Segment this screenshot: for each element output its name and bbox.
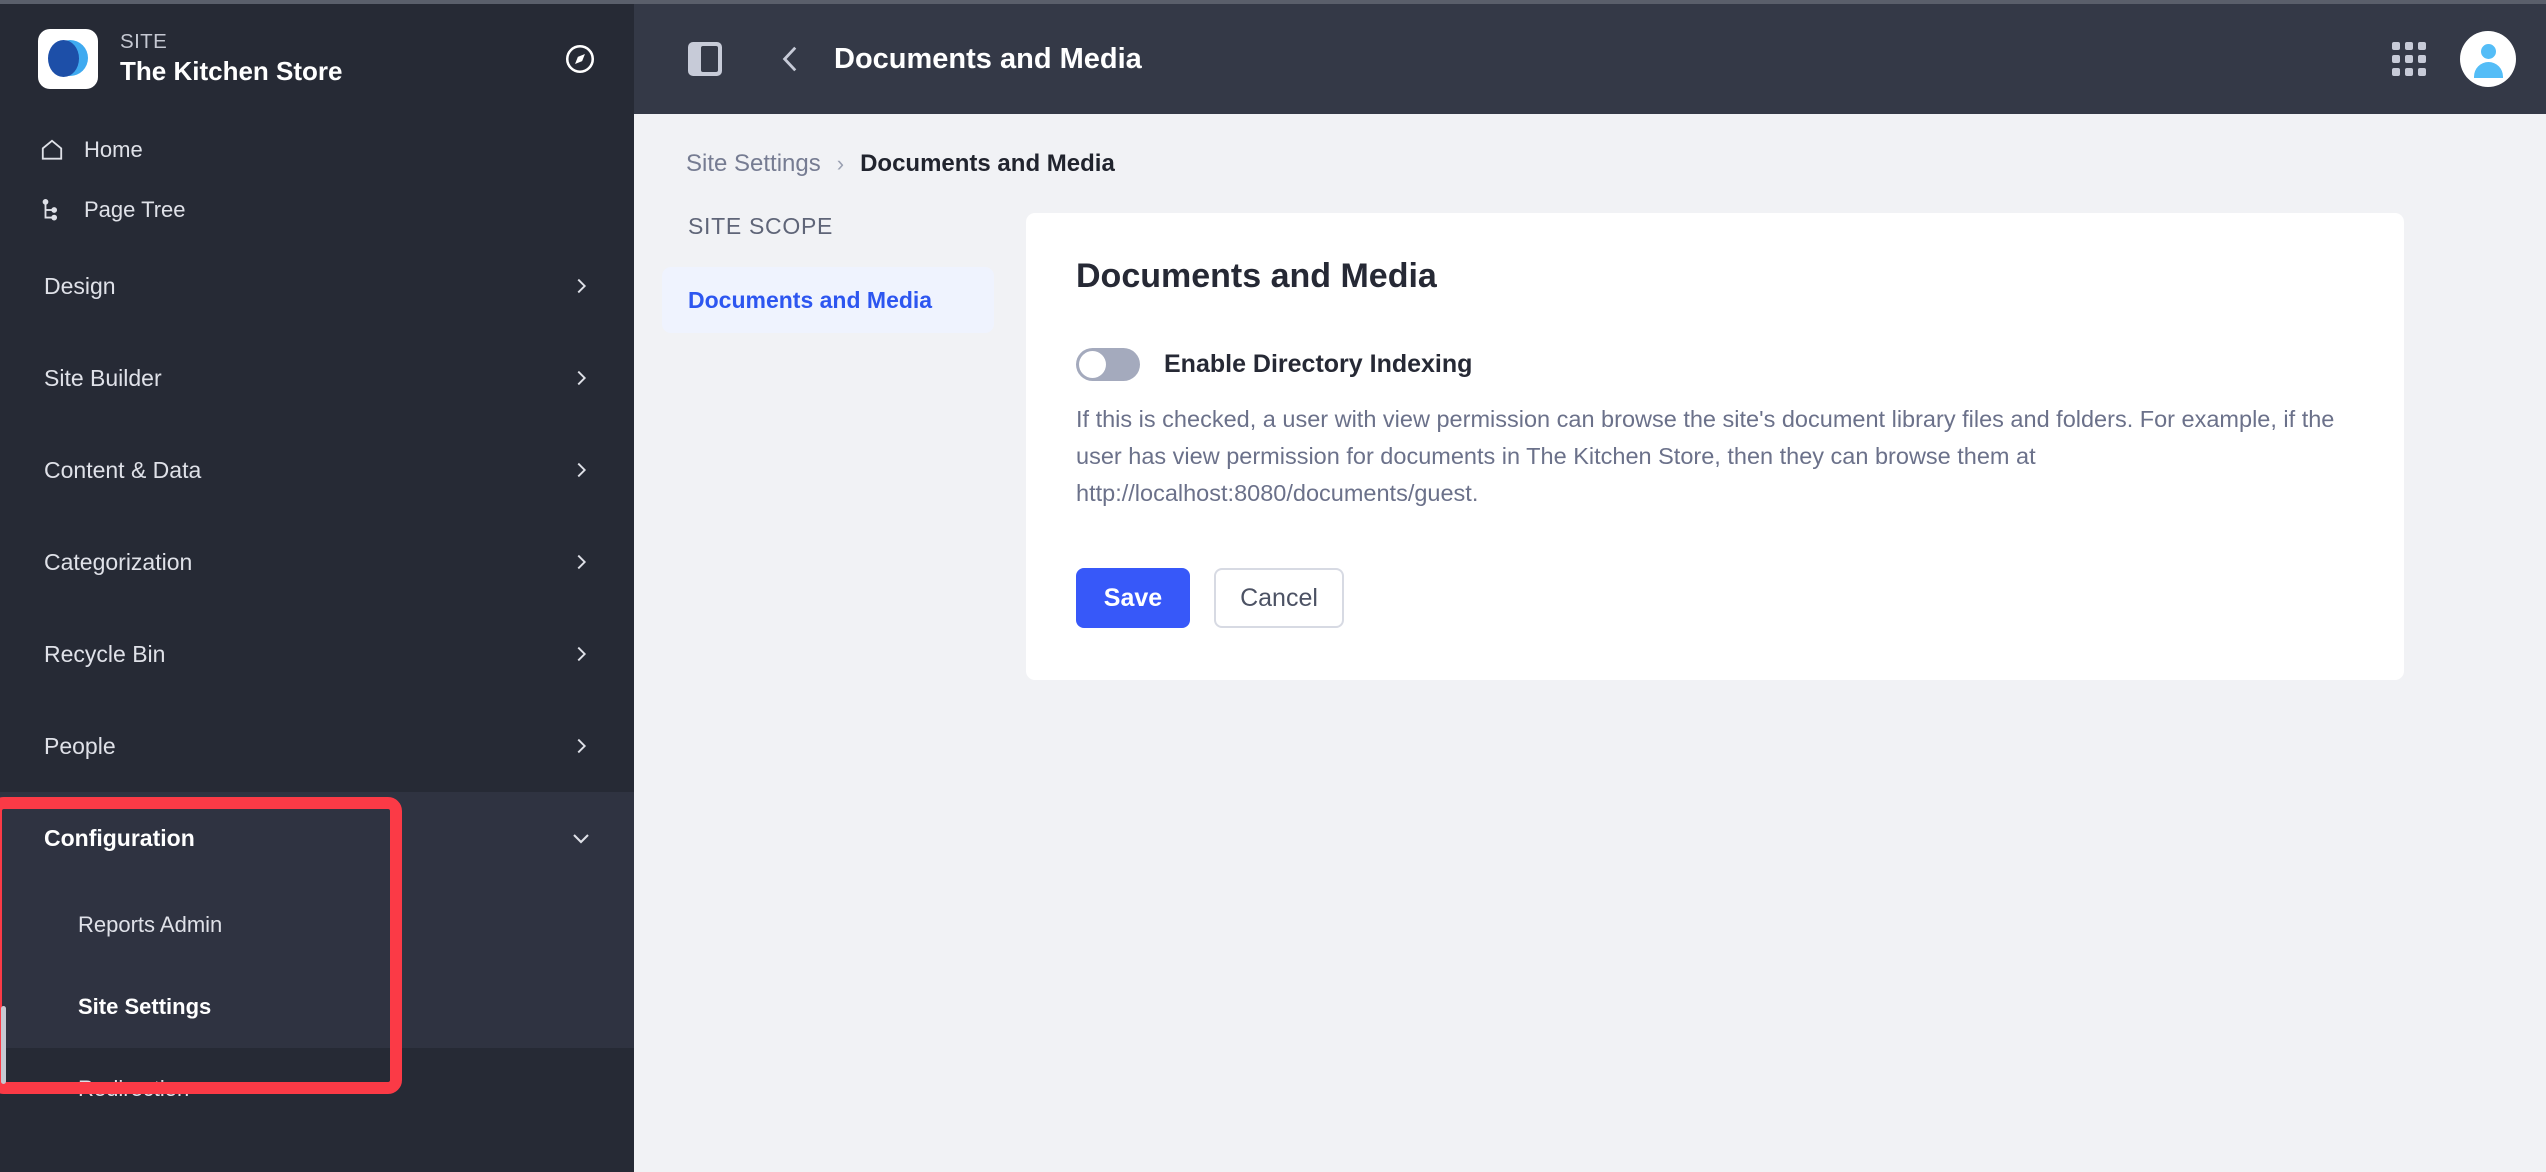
- main-pane: Documents and Media Site Settings › Docu…: [634, 4, 2546, 1172]
- settings-card-column: Documents and Media Enable Directory Ind…: [994, 213, 2546, 681]
- scope-item-documents-and-media[interactable]: Documents and Media: [662, 267, 994, 333]
- topbar-actions: [2392, 31, 2516, 87]
- enable-directory-indexing-row: Enable Directory Indexing: [1076, 348, 2354, 381]
- sidebar-group-label: Design: [44, 272, 116, 299]
- compass-icon[interactable]: [560, 39, 600, 79]
- card-title: Documents and Media: [1076, 257, 1437, 295]
- chevron-right-icon: [568, 733, 594, 759]
- chevron-right-icon: [568, 549, 594, 575]
- site-scope-header: SITE SCOPE: [688, 213, 834, 239]
- site-sidebar: SITE The Kitchen Store Home Page Tree De…: [0, 4, 634, 1172]
- sidebar-group-content-data[interactable]: Content & Data: [0, 424, 634, 516]
- sidebar-subitem-label: Reports Admin: [78, 912, 223, 937]
- breadcrumb-item-current: Documents and Media: [860, 150, 1115, 177]
- sidebar-group-configuration[interactable]: Configuration: [0, 792, 634, 884]
- top-bar: Documents and Media: [634, 4, 2546, 114]
- enable-directory-indexing-toggle[interactable]: [1076, 348, 1140, 381]
- breadcrumb-item-site-settings[interactable]: Site Settings: [686, 150, 821, 178]
- page-tree-icon: [38, 196, 66, 224]
- brand-kicker: SITE: [120, 30, 168, 54]
- enable-directory-indexing-label: Enable Directory Indexing: [1164, 350, 1473, 378]
- sidebar-section-configuration: Configuration Reports Admin Site Setting…: [0, 792, 634, 1048]
- sidebar-brand[interactable]: SITE The Kitchen Store: [0, 4, 634, 114]
- card-actions: Save Cancel: [1076, 568, 2354, 629]
- content-area: Site Settings › Documents and Media SITE…: [634, 114, 2546, 1172]
- user-avatar-icon[interactable]: [2460, 31, 2516, 87]
- page-title: Documents and Media: [834, 42, 1142, 75]
- home-icon: [38, 136, 66, 164]
- sidebar-group-site-builder[interactable]: Site Builder: [0, 332, 634, 424]
- sidebar-item-label: Page Tree: [84, 197, 186, 222]
- chevron-right-icon: [568, 457, 594, 483]
- sidebar-item-page-tree[interactable]: Page Tree: [0, 180, 634, 240]
- sidebar-item-reports-admin[interactable]: Reports Admin: [0, 884, 634, 966]
- sidebar-group-label: People: [44, 732, 116, 759]
- chevron-right-icon: [568, 365, 594, 391]
- scope-item-label: Documents and Media: [688, 286, 933, 313]
- documents-and-media-card: Documents and Media Enable Directory Ind…: [1026, 213, 2404, 681]
- sidebar-item-label: Home: [84, 137, 143, 162]
- app-root: SITE The Kitchen Store Home Page Tree De…: [0, 0, 2546, 1172]
- sidebar-item-redirection[interactable]: Redirection: [0, 1048, 634, 1130]
- apps-grid-icon[interactable]: [2392, 42, 2426, 76]
- save-button[interactable]: Save: [1076, 568, 1190, 629]
- sidebar-group-recycle-bin[interactable]: Recycle Bin: [0, 608, 634, 700]
- toggle-knob: [1079, 351, 1106, 378]
- sidebar-group-categorization[interactable]: Categorization: [0, 516, 634, 608]
- sidebar-quick-nav: Home Page Tree: [0, 114, 634, 240]
- enable-directory-indexing-help-text: If this is checked, a user with view per…: [1076, 406, 2335, 507]
- breadcrumb: Site Settings › Documents and Media: [634, 114, 2546, 178]
- chevron-right-icon: ›: [836, 151, 845, 176]
- cancel-button[interactable]: Cancel: [1214, 568, 1344, 629]
- sidebar-scrollbar[interactable]: [1, 1006, 6, 1084]
- sidebar-group-label: Site Builder: [44, 364, 162, 391]
- chevron-right-icon: [568, 641, 594, 667]
- sidebar-item-home[interactable]: Home: [0, 120, 634, 180]
- chevron-left-icon[interactable]: [768, 36, 814, 82]
- brand-title: The Kitchen Store: [120, 56, 343, 87]
- brand-text: SITE The Kitchen Store: [120, 30, 343, 87]
- sidebar-panel-icon[interactable]: [688, 42, 722, 76]
- sidebar-group-label: Configuration: [44, 824, 195, 851]
- site-logo-icon: [38, 29, 98, 89]
- sidebar-group-label: Content & Data: [44, 456, 202, 483]
- sidebar-group-design[interactable]: Design: [0, 240, 634, 332]
- sidebar-item-site-settings[interactable]: Site Settings: [0, 966, 634, 1048]
- chevron-down-icon: [568, 825, 594, 851]
- site-scope-column: SITE SCOPE Documents and Media: [634, 213, 994, 680]
- sidebar-group-label: Categorization: [44, 548, 193, 575]
- sidebar-subitem-label: Site Settings: [78, 994, 212, 1019]
- sidebar-group-people[interactable]: People: [0, 700, 634, 792]
- content-columns: SITE SCOPE Documents and Media Documents…: [634, 178, 2546, 681]
- chevron-right-icon: [568, 273, 594, 299]
- sidebar-subitem-label: Redirection: [78, 1076, 190, 1101]
- sidebar-group-label: Recycle Bin: [44, 640, 166, 667]
